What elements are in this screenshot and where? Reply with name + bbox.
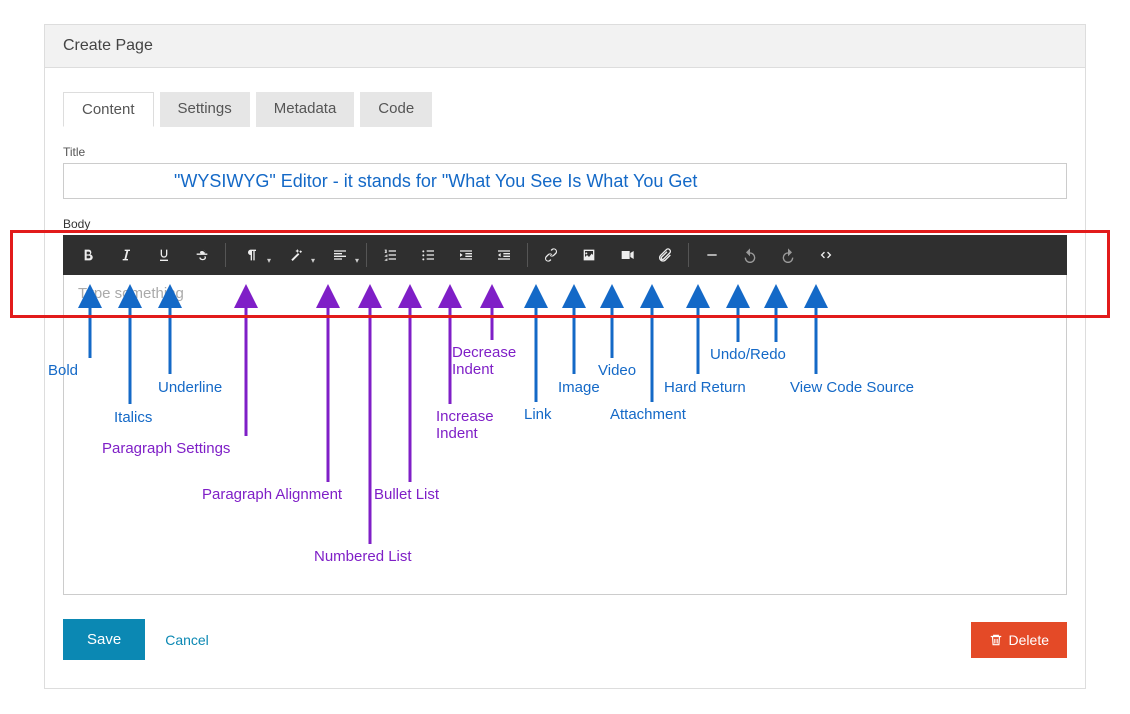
- pilcrow-icon: [244, 247, 260, 263]
- bullet-list-button[interactable]: [409, 235, 447, 275]
- toolbar-separator: [225, 243, 226, 267]
- body-editor[interactable]: Type something: [63, 275, 1067, 595]
- tab-settings[interactable]: Settings: [160, 92, 250, 127]
- toolbar-separator: [527, 243, 528, 267]
- toolbar-separator: [366, 243, 367, 267]
- italic-button[interactable]: [107, 235, 145, 275]
- image-button[interactable]: [570, 235, 608, 275]
- tab-content[interactable]: Content: [63, 92, 154, 127]
- clear-format-button[interactable]: ▾: [274, 235, 318, 275]
- delete-button[interactable]: Delete: [971, 622, 1067, 658]
- align-icon: [332, 247, 348, 263]
- underline-icon: [156, 247, 172, 263]
- caret-down-icon: ▾: [267, 256, 271, 265]
- numbered-list-button[interactable]: [371, 235, 409, 275]
- hard-return-button[interactable]: [693, 235, 731, 275]
- bold-button[interactable]: [69, 235, 107, 275]
- wand-icon: [288, 247, 304, 263]
- undo-button[interactable]: [731, 235, 769, 275]
- strikethrough-icon: [194, 247, 210, 263]
- paperclip-icon: [657, 247, 673, 263]
- redo-icon: [780, 247, 796, 263]
- decrease-indent-button[interactable]: [485, 235, 523, 275]
- strikethrough-button[interactable]: [183, 235, 221, 275]
- indent-out-icon: [496, 247, 512, 263]
- create-page-panel: Create Page Content Settings Metadata Co…: [44, 24, 1086, 689]
- toolbar-separator: [688, 243, 689, 267]
- tabs: Content Settings Metadata Code: [63, 92, 1067, 127]
- view-source-button[interactable]: [807, 235, 845, 275]
- wysiwyg-toolbar: ▾ ▾ ▾: [63, 235, 1067, 275]
- redo-button[interactable]: [769, 235, 807, 275]
- italic-icon: [118, 247, 134, 263]
- undo-icon: [742, 247, 758, 263]
- body-label: Body: [63, 217, 1067, 231]
- tab-code[interactable]: Code: [360, 92, 432, 127]
- paragraph-alignment-button[interactable]: ▾: [318, 235, 362, 275]
- cancel-link[interactable]: Cancel: [165, 632, 209, 648]
- bold-icon: [80, 247, 96, 263]
- attachment-button[interactable]: [646, 235, 684, 275]
- trash-icon: [989, 633, 1003, 647]
- increase-indent-button[interactable]: [447, 235, 485, 275]
- caret-down-icon: ▾: [355, 256, 359, 265]
- ol-icon: [382, 247, 398, 263]
- caret-down-icon: ▾: [311, 256, 315, 265]
- image-icon: [581, 247, 597, 263]
- indent-in-icon: [458, 247, 474, 263]
- link-button[interactable]: [532, 235, 570, 275]
- video-button[interactable]: [608, 235, 646, 275]
- title-label: Title: [63, 145, 1067, 159]
- ul-icon: [420, 247, 436, 263]
- minus-icon: [704, 247, 720, 263]
- save-button[interactable]: Save: [63, 619, 145, 660]
- link-icon: [543, 247, 559, 263]
- video-icon: [619, 247, 635, 263]
- tab-metadata[interactable]: Metadata: [256, 92, 355, 127]
- panel-header: Create Page: [45, 25, 1085, 68]
- paragraph-settings-button[interactable]: ▾: [230, 235, 274, 275]
- code-icon: [818, 247, 834, 263]
- underline-button[interactable]: [145, 235, 183, 275]
- delete-label: Delete: [1009, 632, 1049, 648]
- title-input[interactable]: [63, 163, 1067, 199]
